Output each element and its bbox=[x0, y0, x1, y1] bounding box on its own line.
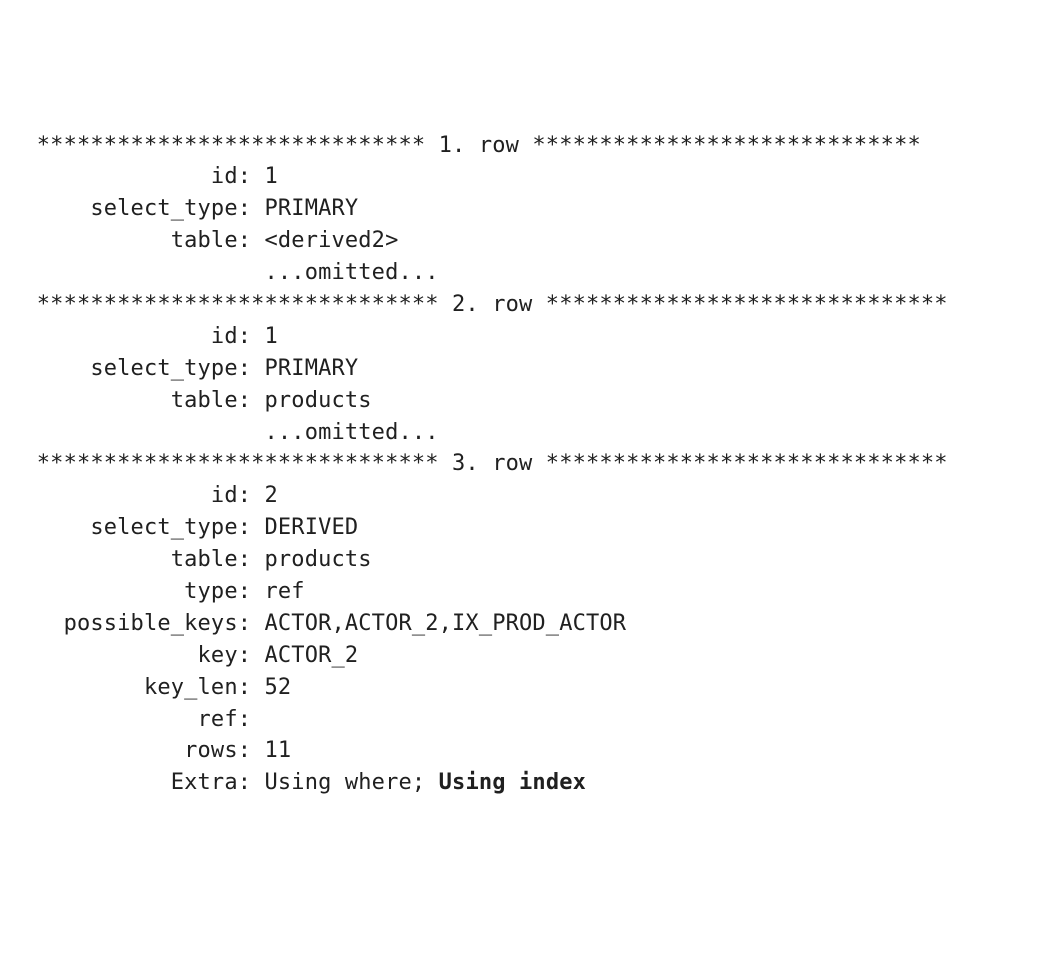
explain-output: ***************************** 1. row ***… bbox=[10, 130, 1042, 800]
